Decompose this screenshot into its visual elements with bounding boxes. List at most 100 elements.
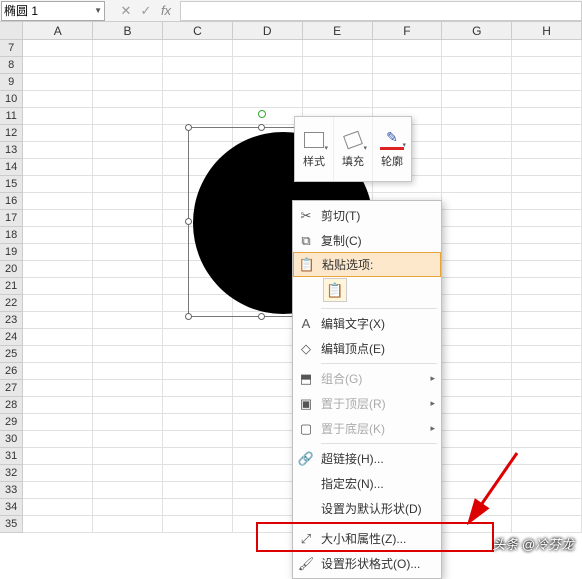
cell[interactable] (303, 40, 373, 57)
cell[interactable] (93, 380, 163, 397)
cell[interactable] (442, 295, 512, 312)
cell[interactable] (93, 312, 163, 329)
cell[interactable] (512, 176, 582, 193)
row-header[interactable]: 25 (0, 346, 23, 363)
cell[interactable] (23, 244, 93, 261)
row-header[interactable]: 19 (0, 244, 23, 261)
row-header[interactable]: 23 (0, 312, 23, 329)
row-header[interactable]: 35 (0, 516, 23, 533)
cell[interactable] (442, 57, 512, 74)
cell[interactable] (442, 499, 512, 516)
row-header[interactable]: 32 (0, 465, 23, 482)
menu-format-shape[interactable]: 🖌 设置形状格式(O)... (293, 551, 441, 576)
cell[interactable] (442, 193, 512, 210)
col-header[interactable]: C (163, 22, 233, 39)
menu-cut[interactable]: ✂ 剪切(T) (293, 203, 441, 228)
cell[interactable] (233, 108, 303, 125)
cell[interactable] (512, 465, 582, 482)
cell[interactable] (442, 397, 512, 414)
formula-input[interactable] (180, 1, 582, 21)
cell[interactable] (93, 329, 163, 346)
cell[interactable] (512, 278, 582, 295)
col-header[interactable]: E (303, 22, 373, 39)
cell[interactable] (23, 108, 93, 125)
col-header[interactable]: G (442, 22, 512, 39)
cell[interactable] (23, 278, 93, 295)
cell[interactable] (23, 261, 93, 278)
cell[interactable] (442, 516, 512, 533)
cell[interactable] (23, 210, 93, 227)
cell[interactable] (93, 499, 163, 516)
cell[interactable] (442, 74, 512, 91)
cell[interactable] (23, 363, 93, 380)
col-header[interactable]: B (93, 22, 163, 39)
cell[interactable] (23, 125, 93, 142)
cell[interactable] (163, 74, 233, 91)
cell[interactable] (23, 295, 93, 312)
cell[interactable] (512, 210, 582, 227)
cell[interactable] (93, 108, 163, 125)
cell[interactable] (442, 346, 512, 363)
resize-handle[interactable] (185, 218, 192, 225)
row-header[interactable]: 29 (0, 414, 23, 431)
cell[interactable] (93, 193, 163, 210)
row-header[interactable]: 8 (0, 57, 23, 74)
name-box[interactable]: 椭圆 1 ▼ (1, 1, 105, 21)
cell[interactable] (23, 193, 93, 210)
cell[interactable] (23, 74, 93, 91)
menu-paste-options[interactable]: 📋 粘贴选项: (293, 252, 441, 277)
cell[interactable] (93, 74, 163, 91)
row-header[interactable]: 33 (0, 482, 23, 499)
cell[interactable] (442, 176, 512, 193)
cell[interactable] (93, 142, 163, 159)
row-header[interactable]: 28 (0, 397, 23, 414)
fx-icon[interactable]: fx (156, 3, 176, 18)
row-header[interactable]: 30 (0, 431, 23, 448)
cell[interactable] (23, 448, 93, 465)
cell[interactable] (512, 193, 582, 210)
cell[interactable] (442, 431, 512, 448)
row-header[interactable]: 22 (0, 295, 23, 312)
cell[interactable] (163, 397, 233, 414)
cell[interactable] (373, 91, 443, 108)
cell[interactable] (512, 227, 582, 244)
cell[interactable] (512, 499, 582, 516)
cell[interactable] (442, 380, 512, 397)
cell[interactable] (163, 516, 233, 533)
cell[interactable] (442, 312, 512, 329)
cell[interactable] (512, 244, 582, 261)
cell[interactable] (163, 108, 233, 125)
row-header[interactable]: 18 (0, 227, 23, 244)
cell[interactable] (442, 227, 512, 244)
cell[interactable] (442, 108, 512, 125)
cell[interactable] (93, 363, 163, 380)
cell[interactable] (93, 57, 163, 74)
cell[interactable] (442, 278, 512, 295)
cell[interactable] (512, 346, 582, 363)
cell[interactable] (373, 74, 443, 91)
cell[interactable] (512, 159, 582, 176)
cell[interactable] (442, 125, 512, 142)
cell[interactable] (233, 57, 303, 74)
cell[interactable] (373, 57, 443, 74)
cell[interactable] (512, 363, 582, 380)
cell[interactable] (512, 329, 582, 346)
row-header[interactable]: 21 (0, 278, 23, 295)
cell[interactable] (23, 516, 93, 533)
cell[interactable] (512, 108, 582, 125)
cell[interactable] (442, 329, 512, 346)
cell[interactable] (512, 295, 582, 312)
cell[interactable] (512, 57, 582, 74)
cell[interactable] (23, 482, 93, 499)
cell[interactable] (163, 499, 233, 516)
menu-hyperlink[interactable]: 🔗 超链接(H)... (293, 446, 441, 471)
row-header[interactable]: 26 (0, 363, 23, 380)
shape-style-button[interactable]: ▾ 样式 (295, 117, 334, 181)
cell[interactable] (93, 125, 163, 142)
shape-outline-button[interactable]: ▾ 轮廓 (373, 117, 411, 181)
menu-assign-macro[interactable]: 指定宏(N)... (293, 471, 441, 496)
row-header[interactable]: 7 (0, 40, 23, 57)
chevron-down-icon[interactable]: ▼ (94, 6, 102, 15)
cell[interactable] (93, 244, 163, 261)
cell[interactable] (512, 40, 582, 57)
